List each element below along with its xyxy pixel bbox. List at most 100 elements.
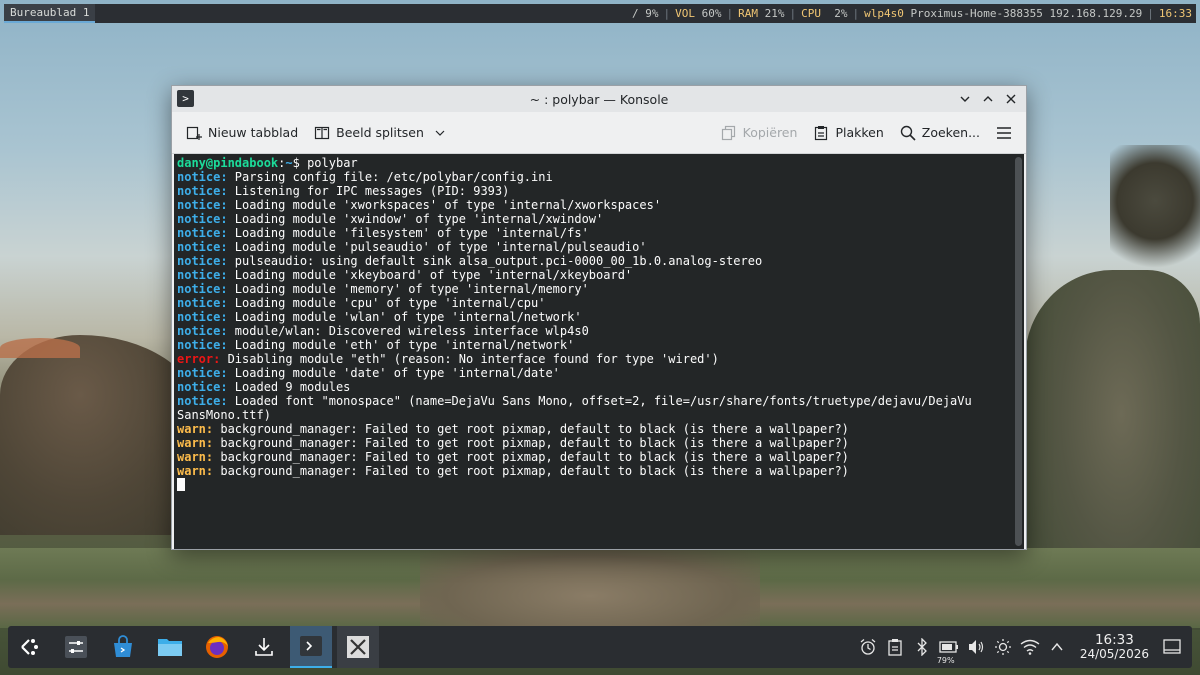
fs-module: / 9% <box>631 7 659 20</box>
terminal-line: notice: module/wlan: Discovered wireless… <box>177 324 1021 338</box>
maximize-button[interactable] <box>978 89 997 108</box>
tray-clipboard[interactable] <box>885 637 905 657</box>
terminal-scrollbar[interactable] <box>1015 157 1022 546</box>
ram-value: 21% <box>764 7 785 20</box>
log-message: Disabling module "eth" (reason: No inter… <box>220 352 719 366</box>
new-tab-button[interactable]: Nieuw tabblad <box>178 121 306 145</box>
terminal-line: notice: Loading module 'cpu' of type 'in… <box>177 296 1021 310</box>
application-launcher-button[interactable] <box>8 626 50 668</box>
chevron-down-icon <box>960 96 969 102</box>
taskbar-downloads[interactable] <box>243 626 285 668</box>
tray-bluetooth[interactable] <box>912 637 932 657</box>
terminal-line: notice: Parsing config file: /etc/polyba… <box>177 170 1021 184</box>
copy-button[interactable]: Kopiëren <box>713 121 806 145</box>
wlan-label: wlp4s0 <box>864 7 904 20</box>
taskbar-system-settings[interactable] <box>55 626 97 668</box>
tray-volume[interactable] <box>966 637 986 657</box>
prompt-command: $ polybar <box>292 156 358 170</box>
shopping-bag-icon <box>114 635 132 657</box>
log-message: Loading module 'xworkspaces' of type 'in… <box>227 198 662 212</box>
minimize-button[interactable] <box>955 89 974 108</box>
terminal-line: notice: Loading module 'pulseaudio' of t… <box>177 240 1021 254</box>
hamburger-menu-button[interactable] <box>988 121 1020 145</box>
terminal-line: notice: Loading module 'wlan' of type 'i… <box>177 310 1021 324</box>
copy-icon <box>721 125 735 140</box>
terminal-line: notice: Loading module 'xwindow' of type… <box>177 212 1021 226</box>
paste-button[interactable]: Plakken <box>805 121 891 145</box>
log-message: Loading module 'wlan' of type 'internal/… <box>227 310 582 324</box>
wallpaper-path <box>420 548 760 628</box>
cpu-value: 2% <box>827 7 848 20</box>
prompt-user: dany@pindabook <box>177 156 279 170</box>
terminal-line: warn: background_manager: Failed to get … <box>177 422 1021 436</box>
cpu-label: CPU <box>801 7 821 20</box>
app-launcher-icon <box>21 639 38 655</box>
wallpaper-tree <box>1110 145 1200 285</box>
download-icon <box>255 638 273 656</box>
paste-label: Plakken <box>835 125 884 140</box>
log-message: Loading module 'cpu' of type 'internal/c… <box>227 296 546 310</box>
log-level-notice: notice: <box>177 380 228 394</box>
separator: | <box>789 7 797 20</box>
tray-battery[interactable]: 79% <box>937 637 959 665</box>
show-desktop-button[interactable] <box>1162 637 1182 657</box>
folder-icon <box>158 639 182 656</box>
terminal-lines: notice: Parsing config file: /etc/polyba… <box>177 170 1021 478</box>
taskbar-file-manager[interactable] <box>149 626 191 668</box>
log-message: Parsing config file: /etc/polybar/config… <box>227 170 553 184</box>
terminal-line: notice: Loaded 9 modules <box>177 380 1021 394</box>
log-level-notice: notice: <box>177 324 228 338</box>
terminal-line: warn: background_manager: Failed to get … <box>177 464 1021 478</box>
konsole-app-icon[interactable]: > <box>177 90 194 107</box>
new-tab-label: Nieuw tabblad <box>208 125 299 140</box>
log-message: SansMono.ttf) <box>177 408 271 422</box>
find-button[interactable]: Zoeken... <box>892 121 988 145</box>
clock-time: 16:33 <box>1094 632 1134 648</box>
split-view-button[interactable]: Beeld splitsen <box>306 121 454 145</box>
log-message: Loading module 'memory' of type 'interna… <box>227 282 589 296</box>
log-level-notice: notice: <box>177 338 228 352</box>
wlan-value: Proximus-Home-388355 192.168.129.29 <box>910 7 1143 20</box>
taskbar-x-window[interactable] <box>337 626 379 668</box>
log-message: background_manager: Failed to get root p… <box>213 422 849 436</box>
show-desktop-icon <box>1163 639 1181 654</box>
log-level-notice: notice: <box>177 254 228 268</box>
terminal-line: notice: Listening for IPC messages (PID:… <box>177 184 1021 198</box>
taskbar: 79% 16:33 24/05/2026 <box>8 626 1192 668</box>
tray-network[interactable] <box>1020 637 1040 657</box>
terminal-output[interactable]: dany@pindabook:~$ polybar notice: Parsing… <box>174 154 1024 549</box>
close-icon <box>1006 94 1015 103</box>
tray-brightness[interactable] <box>993 637 1013 657</box>
log-level-notice: notice: <box>177 282 228 296</box>
log-message: Loaded font "monospace" (name=DejaVu San… <box>227 394 972 408</box>
wallpaper-hill-left <box>0 335 200 535</box>
workspace-button[interactable]: Bureaublad 1 <box>4 4 96 23</box>
tray-expand[interactable] <box>1047 637 1067 657</box>
log-level-warn: warn: <box>177 436 214 450</box>
log-message: Loading module 'filesystem' of type 'int… <box>227 226 589 240</box>
battery-icon <box>939 641 958 653</box>
terminal-line: notice: Loading module 'memory' of type … <box>177 282 1021 296</box>
konsole-window: > ~ : polybar — Konsole Nieuw tabblad Be… <box>171 85 1027 550</box>
taskbar-konsole[interactable] <box>290 626 332 668</box>
volume-icon <box>968 640 983 654</box>
taskbar-discover[interactable] <box>102 626 144 668</box>
window-titlebar[interactable]: > ~ : polybar — Konsole <box>172 86 1026 112</box>
terminal-line: notice: Loading module 'xkeyboard' of ty… <box>177 268 1021 282</box>
log-level-notice: notice: <box>177 296 228 310</box>
vol-value[interactable]: 60% <box>702 7 722 20</box>
terminal-line: SansMono.ttf) <box>177 408 1021 422</box>
log-level-notice: notice: <box>177 212 228 226</box>
prompt-line: dany@pindabook:~$ polybar <box>177 156 1021 170</box>
find-label: Zoeken... <box>921 125 980 140</box>
digital-clock[interactable]: 16:33 24/05/2026 <box>1080 633 1149 661</box>
log-message: Loading module 'xkeyboard' of type 'inte… <box>227 268 633 282</box>
log-level-notice: notice: <box>177 226 228 240</box>
terminal-icon <box>300 636 322 656</box>
tray-alarm[interactable] <box>858 637 878 657</box>
log-level-notice: notice: <box>177 268 228 282</box>
wifi-icon <box>1020 639 1040 655</box>
taskbar-firefox[interactable] <box>196 626 238 668</box>
separator: | <box>663 7 671 20</box>
close-button[interactable] <box>1001 89 1020 108</box>
